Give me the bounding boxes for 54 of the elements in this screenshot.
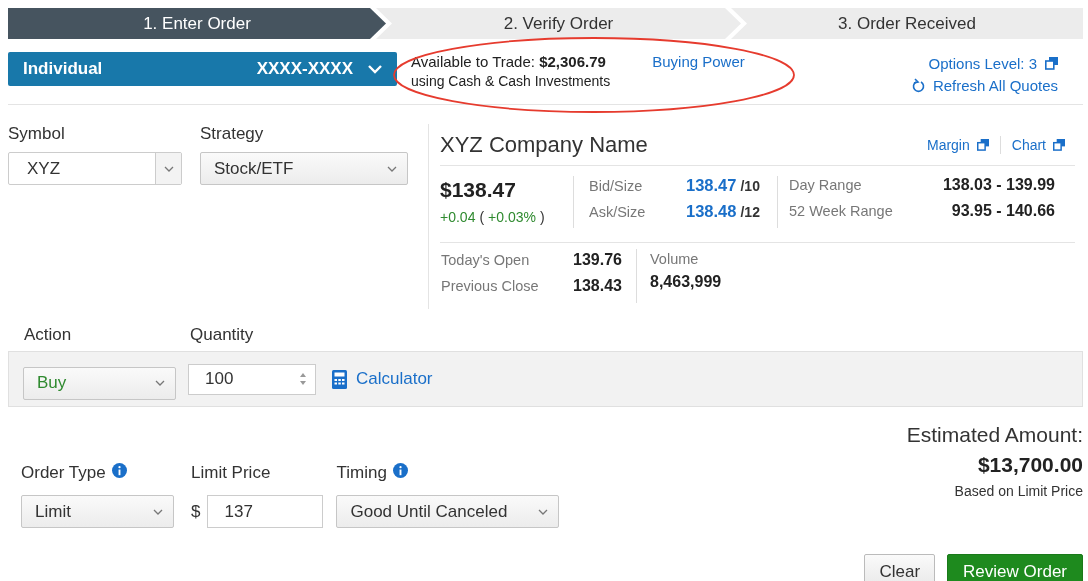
field-label: Symbol	[8, 124, 66, 144]
calculator-link[interactable]: Calculator	[356, 369, 433, 389]
price-change: +0.04	[440, 209, 476, 225]
chart-link[interactable]: Chart	[1011, 137, 1046, 153]
quantity-field[interactable]: 100	[188, 363, 316, 395]
percent-change: +0.03%	[488, 209, 536, 225]
currency-sign: $	[191, 501, 201, 522]
company-name: XYZ Company Name	[440, 132, 648, 158]
stat-label: Today's Open	[441, 252, 531, 268]
quote-size: /10	[740, 178, 760, 194]
stat-value: 8,463,999	[650, 273, 722, 291]
step-tab[interactable]: 2. Verify Order	[376, 8, 741, 39]
refresh-quotes-link[interactable]: Refresh All Quotes	[932, 77, 1058, 94]
field-label: Limit Price	[191, 463, 271, 483]
quote-price: 138.47	[686, 176, 737, 195]
paren: (	[479, 209, 485, 225]
stat-value: 139.76	[573, 251, 622, 269]
estimated-amount: $13,700.00	[977, 453, 1083, 477]
cash-note: using Cash & Cash Investments	[411, 73, 611, 89]
symbol-field[interactable]: XYZ	[8, 152, 182, 185]
estimated-amount-label: Estimated Amount:	[906, 423, 1083, 447]
field-label: Quantity	[190, 325, 254, 345]
paren: )	[540, 209, 545, 225]
timing-dropdown[interactable]: Good Until Canceled	[336, 495, 560, 528]
quote-price: 138.48	[686, 202, 737, 221]
action-dropdown[interactable]: Buy	[23, 366, 176, 400]
stat-label: Ask/Size	[589, 204, 647, 220]
stat-value: 138.43	[573, 277, 622, 295]
field-label: Timing	[336, 463, 387, 483]
strategy-dropdown[interactable]: Stock/ETF	[200, 152, 408, 185]
stat-label: Day Range	[789, 177, 862, 193]
review-order-button[interactable]: Review Order	[947, 554, 1083, 581]
field-label: Order Type	[21, 463, 106, 483]
last-price: $138.47	[440, 178, 517, 202]
options-level-link[interactable]: Options Level: 3	[928, 55, 1037, 72]
clear-button[interactable]: Clear	[864, 554, 936, 581]
available-to-trade: Available to Trade: $2,306.79	[411, 53, 607, 70]
field-label: Strategy	[200, 124, 265, 144]
stat-label: Previous Close	[441, 278, 540, 294]
buying-power-link[interactable]: Buying Power	[652, 53, 745, 70]
margin-link[interactable]: Margin	[926, 137, 970, 153]
stat-label: Volume	[650, 251, 700, 267]
field-label: Action	[24, 325, 73, 345]
stat-value: 93.95 - 140.66	[951, 202, 1055, 220]
stat-label: Bid/Size	[589, 178, 644, 194]
stat-label: 52 Week Range	[789, 203, 893, 219]
step-tab[interactable]: 1. Enter Order	[8, 8, 386, 39]
limit-price-field[interactable]: 137	[207, 495, 324, 528]
account-selector[interactable]: Individual XXXX-XXXX	[8, 52, 397, 86]
order-type-dropdown[interactable]: Limit	[21, 495, 174, 528]
stat-value: 138.03 - 139.99	[942, 176, 1055, 194]
quote-size: /12	[740, 204, 760, 220]
step-tab[interactable]: 3. Order Received	[731, 8, 1083, 39]
estimate-note: Based on Limit Price	[954, 483, 1083, 499]
